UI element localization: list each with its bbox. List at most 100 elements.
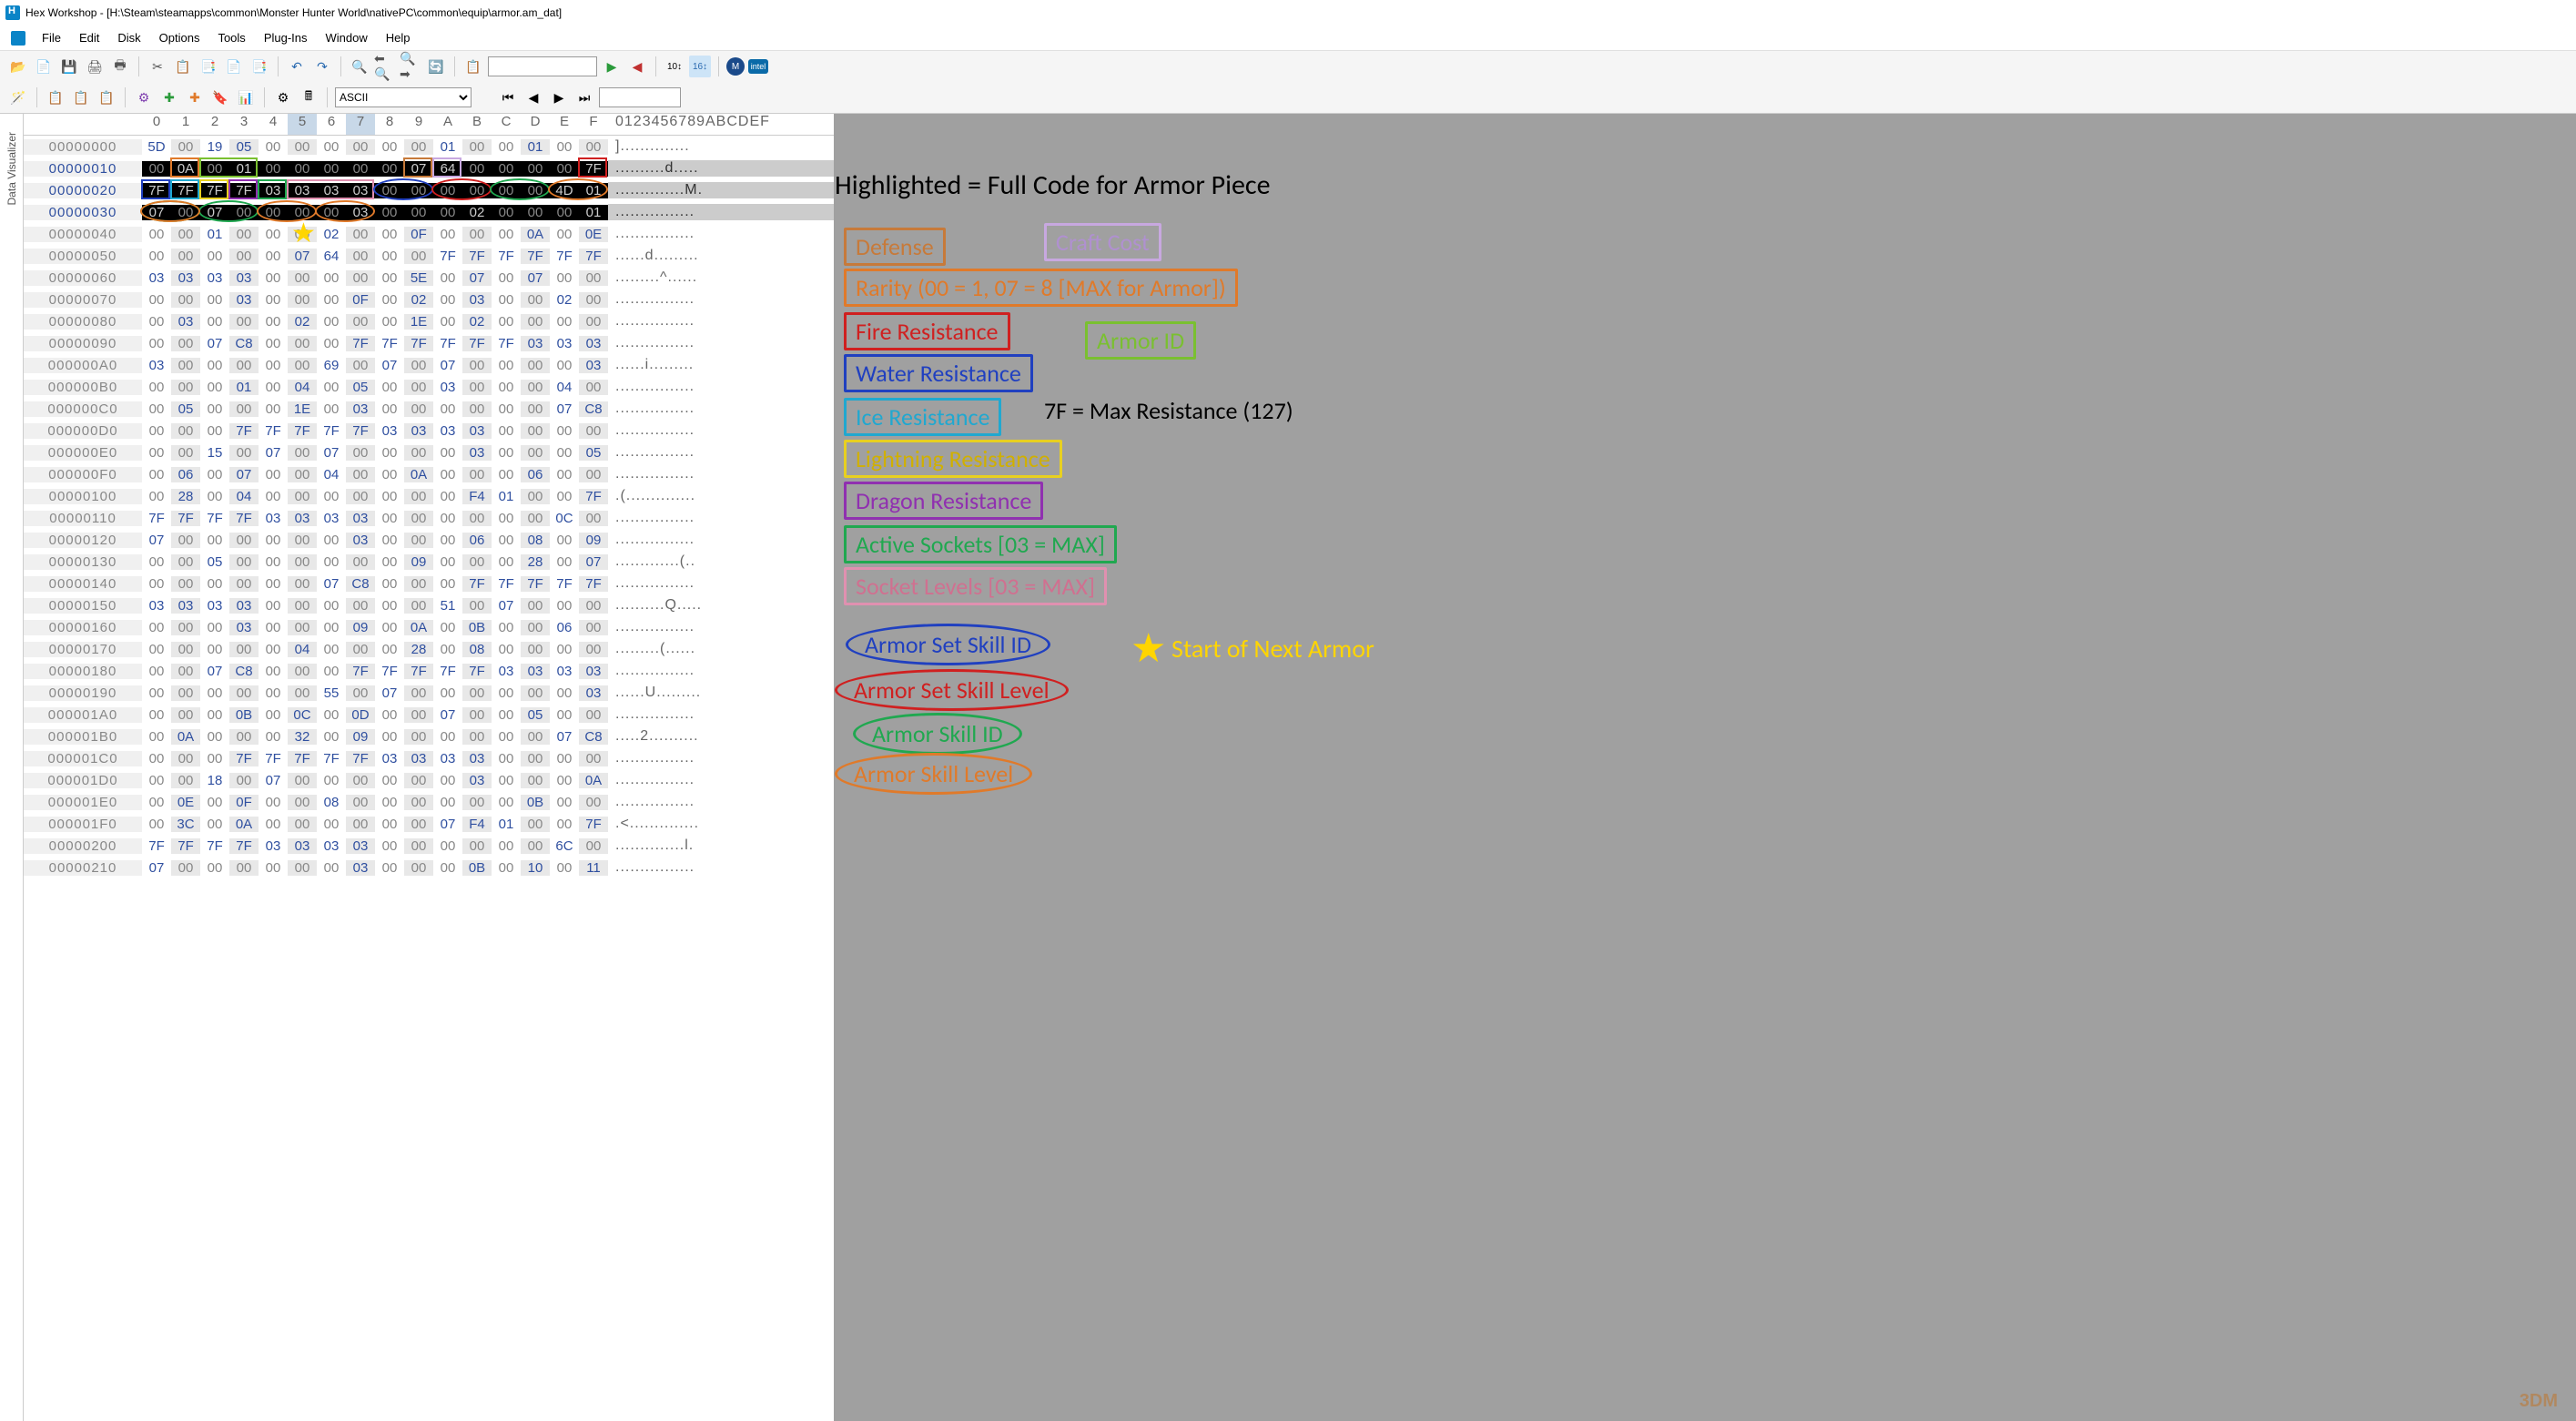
hex-byte[interactable]: 00 [433, 401, 462, 417]
hex-byte[interactable]: 00 [579, 838, 608, 854]
hex-byte[interactable]: 00 [171, 292, 200, 308]
hex-byte[interactable]: 07 [259, 445, 288, 461]
hex-byte[interactable]: 03 [288, 511, 317, 526]
nav-next-icon[interactable]: ▶ [548, 86, 570, 108]
hex-byte[interactable]: 01 [229, 161, 259, 177]
hex-byte[interactable]: 00 [550, 139, 579, 155]
hex-byte[interactable]: 7F [550, 249, 579, 264]
print-icon[interactable]: 🖨 [84, 56, 106, 77]
hex-byte[interactable]: 03 [200, 270, 229, 286]
hex-byte[interactable]: 00 [579, 598, 608, 614]
hex-byte[interactable]: 00 [346, 817, 375, 832]
hex-byte[interactable]: 04 [550, 380, 579, 395]
motorola-icon[interactable]: M [726, 57, 745, 76]
hex-row[interactable]: 00000010000A000100000000000764000000007F… [24, 157, 834, 179]
bookmark-icon[interactable]: 🔖 [209, 86, 231, 108]
hex-byte[interactable]: 00 [259, 489, 288, 504]
hex-byte[interactable]: 0F [404, 227, 433, 242]
encoding-select[interactable]: ASCII [335, 87, 472, 107]
hex-byte[interactable]: 5D [142, 139, 171, 155]
hex-byte[interactable]: 00 [550, 423, 579, 439]
hex-byte[interactable]: 00 [200, 576, 229, 592]
hex-byte[interactable]: 6C [550, 838, 579, 854]
hex-byte[interactable]: 00 [375, 642, 404, 657]
hex-byte[interactable]: 00 [317, 773, 346, 788]
hex-byte[interactable]: 00 [288, 533, 317, 548]
hex-byte[interactable]: 00 [346, 554, 375, 570]
hex-byte[interactable]: 51 [433, 598, 462, 614]
hex-byte[interactable]: 03 [229, 620, 259, 635]
hex-byte[interactable]: 00 [492, 795, 521, 810]
hex-byte[interactable]: 03 [346, 183, 375, 198]
hex-byte[interactable]: 00 [579, 511, 608, 526]
hex-byte[interactable]: 00 [579, 423, 608, 439]
hex-byte[interactable]: 03 [346, 205, 375, 220]
hex-byte[interactable]: 00 [433, 314, 462, 330]
hex-byte[interactable]: 00 [492, 423, 521, 439]
hex-byte[interactable]: 00 [521, 685, 550, 701]
hex-byte[interactable]: 55 [317, 685, 346, 701]
hex-byte[interactable]: 07 [433, 817, 462, 832]
hex-byte[interactable]: 00 [492, 685, 521, 701]
hex-byte[interactable]: 03 [433, 423, 462, 439]
hex-row[interactable]: 000001000028000400000000000000F40100007F… [24, 485, 834, 507]
hex-byte[interactable]: 00 [404, 795, 433, 810]
hex-byte[interactable]: 00 [579, 620, 608, 635]
hex-byte[interactable]: 00 [550, 751, 579, 766]
hex-byte[interactable]: 00 [171, 227, 200, 242]
hex-row[interactable]: 000001E0000E000F0000080000000000000B0000… [24, 791, 834, 813]
undo-icon[interactable]: ↶ [286, 56, 308, 77]
hex-byte[interactable]: 00 [229, 576, 259, 592]
hex-byte[interactable]: 06 [171, 467, 200, 482]
hex-byte[interactable]: 00 [521, 489, 550, 504]
nav-prev-icon[interactable]: ◀ [522, 86, 544, 108]
hex-byte[interactable]: 0E [579, 227, 608, 242]
hex-byte[interactable]: 0A [229, 817, 259, 832]
hex-byte[interactable]: 00 [550, 489, 579, 504]
hex-byte[interactable]: 00 [375, 707, 404, 723]
hex-byte[interactable]: 00 [346, 314, 375, 330]
hex-byte[interactable]: 02 [550, 292, 579, 308]
hex-byte[interactable]: 00 [375, 620, 404, 635]
find-icon[interactable]: 🔍 [349, 56, 370, 77]
refresh-icon[interactable]: 🔄 [425, 56, 447, 77]
hex-byte[interactable]: 03 [200, 598, 229, 614]
hex-byte[interactable]: 7F [579, 489, 608, 504]
hex-byte[interactable]: 00 [142, 685, 171, 701]
hex-byte[interactable]: 00 [200, 685, 229, 701]
hex-byte[interactable]: 7F [492, 249, 521, 264]
hex-byte[interactable]: 69 [317, 358, 346, 373]
hex-byte[interactable]: 15 [200, 445, 229, 461]
hex-byte[interactable]: 0B [462, 620, 492, 635]
hex-byte[interactable]: 00 [142, 249, 171, 264]
hex-byte[interactable]: 00 [142, 751, 171, 766]
hex-byte[interactable]: 00 [317, 860, 346, 876]
hex-byte[interactable]: 00 [375, 576, 404, 592]
hex-byte[interactable]: 03 [579, 358, 608, 373]
hex-byte[interactable]: 00 [259, 576, 288, 592]
hex-byte[interactable]: 0A [521, 227, 550, 242]
hex-row[interactable]: 0000013000000500000000000009000000280007… [24, 551, 834, 573]
hex-row[interactable]: 000000207F7F7F7F030303030000000000004D01… [24, 179, 834, 201]
hex-byte[interactable]: 00 [462, 707, 492, 723]
hex-byte[interactable]: 00 [288, 227, 317, 242]
hex-byte[interactable]: 0F [346, 292, 375, 308]
hex-byte[interactable]: 00 [288, 817, 317, 832]
hex-byte[interactable]: 00 [317, 729, 346, 745]
hex-byte[interactable]: 00 [229, 205, 259, 220]
hex-byte[interactable]: 1E [404, 314, 433, 330]
hex-byte[interactable]: 00 [288, 139, 317, 155]
hex-row[interactable]: 000000C000050000001E000300000000000007C8… [24, 398, 834, 420]
hex-byte[interactable]: 00 [142, 817, 171, 832]
hex-byte[interactable]: 00 [492, 205, 521, 220]
hex-byte[interactable]: 00 [521, 401, 550, 417]
find-next-icon[interactable]: 🔍➡ [400, 56, 421, 77]
hex-byte[interactable]: 00 [433, 183, 462, 198]
hex-byte[interactable]: 00 [579, 270, 608, 286]
hex-byte[interactable]: 00 [521, 642, 550, 657]
hex-row[interactable]: 000000800003000000020000001E000200000000… [24, 310, 834, 332]
hex-row[interactable]: 0000012007000000000000030000000600080009… [24, 529, 834, 551]
hex-byte[interactable]: 00 [288, 445, 317, 461]
hex-byte[interactable]: 7F [259, 751, 288, 766]
hex-byte[interactable]: 7F [521, 576, 550, 592]
